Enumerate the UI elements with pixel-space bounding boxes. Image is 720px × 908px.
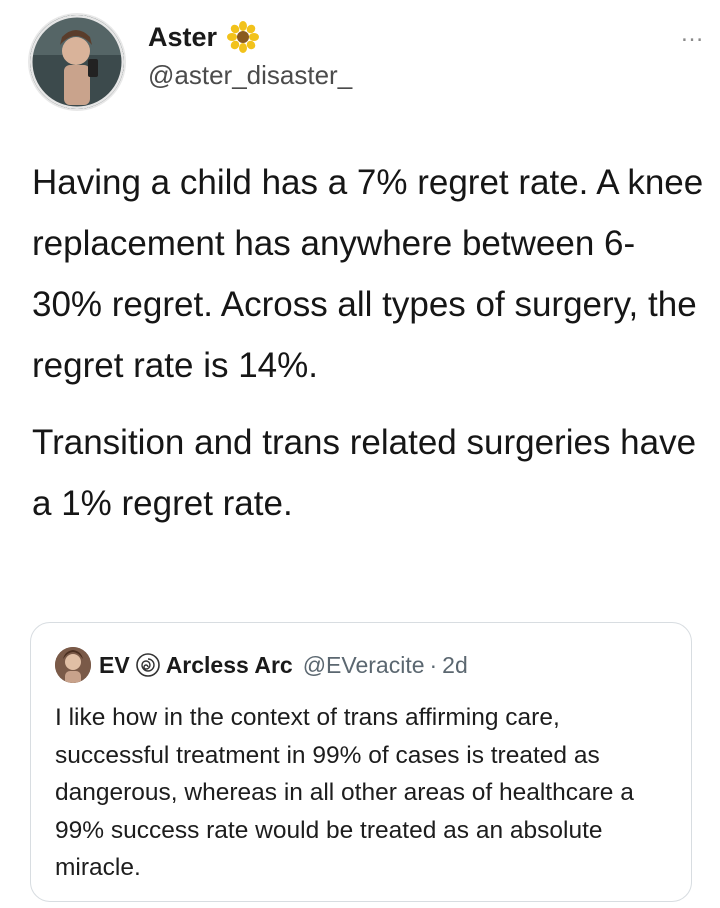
author-name-row[interactable]: Aster: [148, 21, 260, 53]
sunflower-icon: [227, 21, 260, 53]
quoted-author-name-part1[interactable]: EV: [99, 652, 130, 679]
tweet-body: Having a child has a 7% regret rate. A k…: [32, 152, 704, 534]
tweet-paragraph: Transition and trans related surgeries h…: [32, 423, 697, 523]
quoted-author-handle[interactable]: @EVeracite: [303, 652, 425, 679]
quoted-tweet-time[interactable]: 2d: [442, 652, 468, 679]
author-handle[interactable]: @aster_disaster_: [148, 60, 352, 91]
author-avatar[interactable]: [30, 15, 124, 109]
quoted-tweet-card[interactable]: EV Arcless Arc @EVeracite · 2d I like ho…: [30, 622, 692, 902]
more-options-icon[interactable]: …: [680, 20, 705, 48]
quoted-author-avatar[interactable]: [55, 647, 91, 683]
tweet-paragraph: Having a child has a 7% regret rate. A k…: [32, 163, 704, 385]
quoted-avatar-photo: [55, 647, 91, 683]
quoted-author-name-part2[interactable]: Arcless Arc: [166, 652, 293, 679]
dot-separator: ·: [429, 651, 438, 678]
quoted-tweet-text: I like how in the context of trans affir…: [55, 704, 634, 881]
author-display-name[interactable]: Aster: [148, 22, 217, 53]
quoted-tweet-header: EV Arcless Arc @EVeracite · 2d: [55, 647, 468, 683]
spiral-badge-icon: [135, 653, 160, 677]
avatar-photo: [30, 15, 124, 109]
